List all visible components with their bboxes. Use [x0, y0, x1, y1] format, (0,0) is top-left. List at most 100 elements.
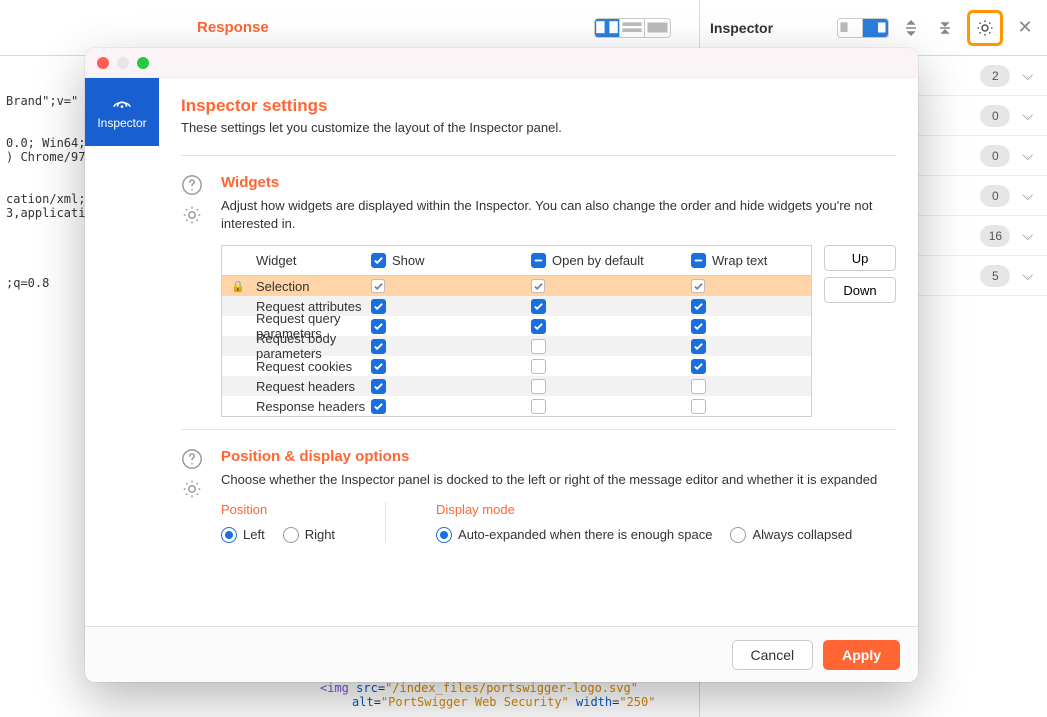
- checkbox[interactable]: [691, 359, 706, 374]
- widgets-desc: Adjust how widgets are displayed within …: [221, 197, 896, 233]
- widget-name: Request body parameters: [254, 331, 371, 361]
- sidebar-tab-label: Inspector: [97, 116, 146, 130]
- checkbox[interactable]: [691, 299, 706, 314]
- widgets-heading: Widgets: [221, 174, 896, 191]
- chevron-down-icon: ⌵: [1022, 187, 1033, 204]
- window-minimize-icon[interactable]: [117, 57, 129, 69]
- table-row[interactable]: Request headers: [222, 376, 811, 396]
- table-row[interactable]: 🔒Selection: [222, 276, 811, 296]
- display-mode-label: Display mode: [436, 502, 852, 517]
- position-label: Position: [221, 502, 335, 517]
- radio-left[interactable]: Left: [221, 527, 265, 544]
- table-row[interactable]: Response headers: [222, 396, 811, 416]
- checkbox[interactable]: [691, 279, 705, 293]
- col-widget: Widget: [254, 253, 371, 268]
- view-stack-icon[interactable]: [620, 19, 645, 37]
- help-icon[interactable]: [181, 174, 203, 196]
- count-badge: 0: [980, 105, 1010, 127]
- radio-right[interactable]: Right: [283, 527, 335, 544]
- modal-footer: Cancel Apply: [85, 626, 918, 682]
- response-view-toggle[interactable]: [594, 18, 671, 38]
- checkbox[interactable]: [531, 359, 546, 374]
- position-heading: Position & display options: [221, 448, 896, 465]
- count-badge: 2: [980, 65, 1010, 87]
- checkbox[interactable]: [531, 399, 546, 414]
- lock-icon: 🔒: [231, 280, 245, 293]
- count-badge: 5: [980, 265, 1010, 287]
- col-wrap: Wrap text: [712, 253, 767, 268]
- checkbox[interactable]: [531, 319, 546, 334]
- sidebar-tab-inspector[interactable]: Inspector: [85, 78, 159, 146]
- count-badge: 16: [980, 225, 1010, 247]
- checkbox[interactable]: [691, 379, 706, 394]
- checkbox[interactable]: [371, 339, 386, 354]
- settings-content: Inspector settings These settings let yo…: [159, 78, 918, 626]
- settings-title: Inspector settings: [181, 96, 896, 116]
- cancel-button[interactable]: Cancel: [732, 640, 814, 670]
- inspector-header: Inspector ✕: [699, 0, 1047, 55]
- inspector-title: Inspector: [710, 20, 827, 36]
- chevron-down-icon: ⌵: [1022, 67, 1033, 84]
- chevron-down-icon: ⌵: [1022, 147, 1033, 164]
- up-button[interactable]: Up: [824, 245, 896, 271]
- settings-subtitle: These settings let you customize the lay…: [181, 120, 896, 135]
- checkbox[interactable]: [371, 319, 386, 334]
- table-row[interactable]: Request cookies: [222, 356, 811, 376]
- checkbox[interactable]: [531, 379, 546, 394]
- checkbox[interactable]: [531, 299, 546, 314]
- checkbox[interactable]: [531, 279, 545, 293]
- checkbox[interactable]: [691, 399, 706, 414]
- checkbox[interactable]: [371, 399, 386, 414]
- gear-icon[interactable]: [181, 204, 203, 226]
- widget-name: Request cookies: [254, 359, 371, 374]
- radio-always-collapsed[interactable]: Always collapsed: [730, 527, 852, 544]
- checkbox[interactable]: [371, 279, 385, 293]
- modal-sidebar: Inspector: [85, 78, 159, 626]
- gear-icon[interactable]: [181, 478, 203, 500]
- chevron-down-icon: ⌵: [1022, 267, 1033, 284]
- response-panel-title: Response: [197, 19, 269, 36]
- help-icon[interactable]: [181, 448, 203, 470]
- gear-icon[interactable]: [976, 19, 994, 37]
- window-titlebar[interactable]: [85, 48, 918, 78]
- widgets-section: Widgets Adjust how widgets are displayed…: [181, 174, 896, 417]
- view-single-icon[interactable]: [645, 19, 670, 37]
- down-button[interactable]: Down: [824, 277, 896, 303]
- position-desc: Choose whether the Inspector panel is do…: [221, 471, 896, 489]
- table-header-row: Widget Show Open by default Wrap text: [222, 246, 811, 276]
- window-zoom-icon[interactable]: [137, 57, 149, 69]
- col-show: Show: [392, 253, 425, 268]
- widget-name: Response headers: [254, 399, 371, 414]
- view-split-icon[interactable]: [595, 19, 620, 37]
- count-badge: 0: [980, 145, 1010, 167]
- checkbox[interactable]: [371, 379, 386, 394]
- checkbox[interactable]: [691, 319, 706, 334]
- checkbox[interactable]: [371, 299, 386, 314]
- radio-auto-expanded[interactable]: Auto-expanded when there is enough space: [436, 527, 712, 544]
- widgets-table[interactable]: Widget Show Open by default Wrap text 🔒S…: [221, 245, 812, 417]
- settings-gear-highlight: [967, 10, 1003, 46]
- inspector-view-right-icon[interactable]: [863, 19, 888, 37]
- widget-name: Request headers: [254, 379, 371, 394]
- checkbox[interactable]: [371, 359, 386, 374]
- chevron-down-icon: ⌵: [1022, 107, 1033, 124]
- chevron-down-icon: ⌵: [1022, 227, 1033, 244]
- expand-vert-icon[interactable]: [899, 16, 923, 40]
- inspector-view-toggle[interactable]: [837, 18, 889, 38]
- inspector-settings-modal: Inspector Inspector settings These setti…: [85, 48, 918, 682]
- col-wrap-checkbox[interactable]: [691, 253, 706, 268]
- inspector-icon: [111, 94, 133, 112]
- window-close-icon[interactable]: [97, 57, 109, 69]
- close-icon[interactable]: ✕: [1013, 16, 1037, 40]
- table-row[interactable]: Request body parameters: [222, 336, 811, 356]
- checkbox[interactable]: [691, 339, 706, 354]
- col-open-checkbox[interactable]: [531, 253, 546, 268]
- collapse-vert-icon[interactable]: [933, 16, 957, 40]
- apply-button[interactable]: Apply: [823, 640, 900, 670]
- checkbox[interactable]: [531, 339, 546, 354]
- col-show-checkbox[interactable]: [371, 253, 386, 268]
- count-badge: 0: [980, 185, 1010, 207]
- col-open: Open by default: [552, 253, 644, 268]
- position-section: Position & display options Choose whethe…: [181, 448, 896, 543]
- inspector-view-left-icon[interactable]: [838, 19, 863, 37]
